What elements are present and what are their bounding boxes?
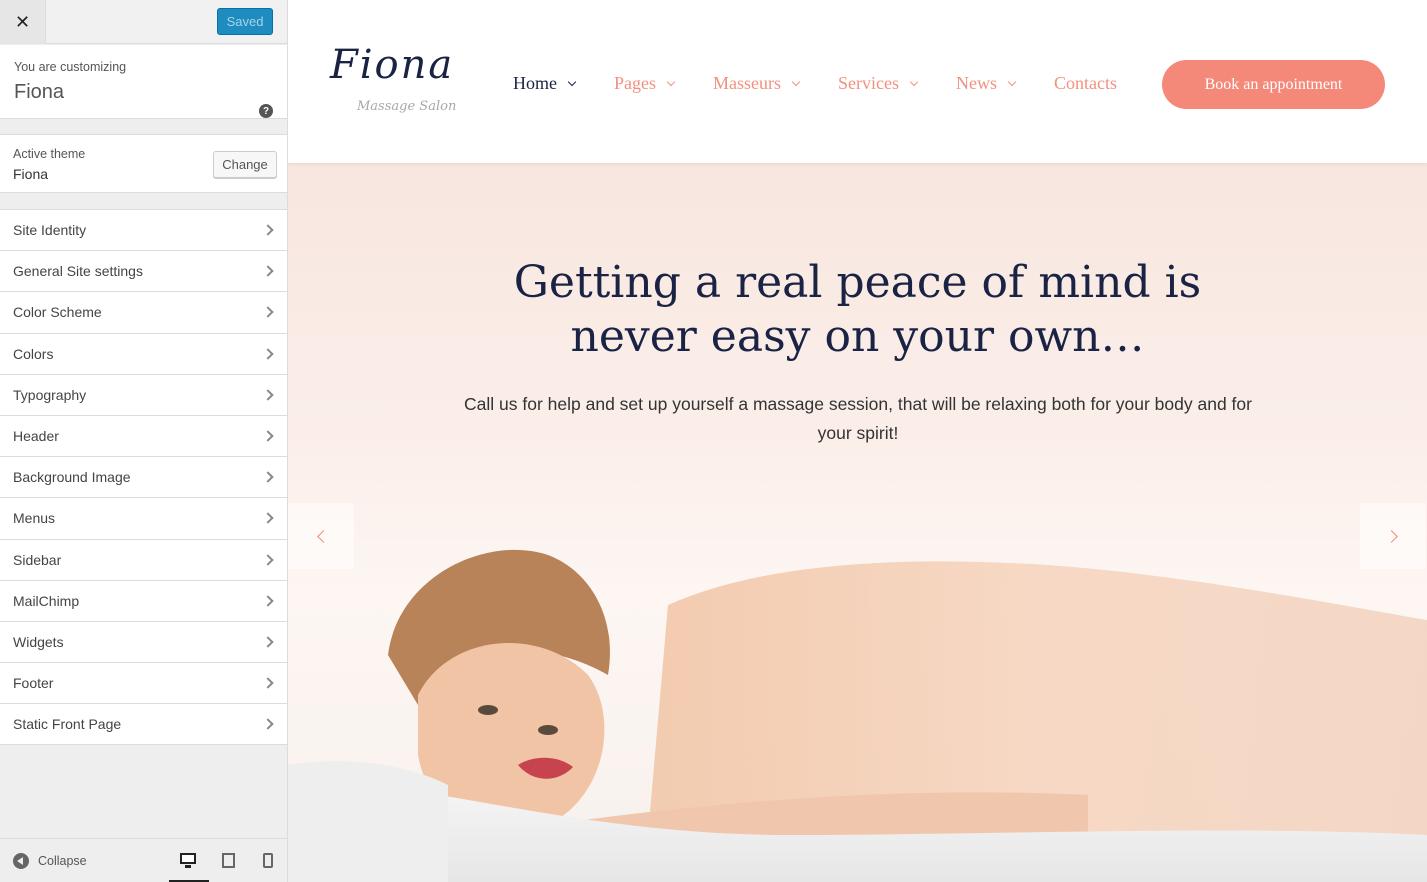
site-preview: Fiona Massage Salon Home Pages Masseurs …	[288, 0, 1427, 882]
saved-button[interactable]: Saved	[217, 8, 273, 35]
chevron-right-icon	[262, 677, 274, 689]
panel-label: Sidebar	[13, 551, 62, 568]
hero-title-line-2: never easy on your own…	[570, 311, 1145, 362]
chevron-right-icon	[1384, 529, 1398, 543]
collapse-button[interactable]: Collapse	[38, 854, 87, 868]
panel-label: Background Image	[13, 469, 131, 486]
tablet-icon[interactable]	[221, 853, 237, 869]
chevron-down-icon	[909, 77, 919, 86]
customizer-sidebar: ✕ Saved You are customizing Fiona ? Acti…	[0, 0, 288, 882]
nav-home[interactable]: Home	[513, 73, 577, 94]
chevron-right-icon	[262, 430, 274, 442]
hero-title-line-1: Getting a real peace of mind is	[513, 257, 1202, 308]
hero-photo	[288, 549, 1427, 882]
panel-general-site-settings[interactable]: General Site settings	[0, 251, 287, 293]
chevron-right-icon	[262, 595, 274, 607]
customizer-footer: Collapse	[0, 838, 287, 882]
nav-contacts[interactable]: Contacts	[1054, 73, 1117, 94]
customizing-site-name: Fiona	[14, 81, 65, 103]
chevron-right-icon	[262, 224, 274, 236]
panel-header[interactable]: Header	[0, 415, 287, 458]
chevron-right-icon	[262, 265, 274, 277]
chevron-down-icon	[791, 77, 801, 86]
panel-site-identity[interactable]: Site Identity	[0, 210, 287, 252]
panel-static-front-page[interactable]: Static Front Page	[0, 704, 287, 746]
chevron-right-icon	[262, 471, 274, 483]
active-theme-label: Active theme	[13, 147, 86, 161]
customizer-header: ✕ Saved	[0, 0, 287, 44]
help-icon[interactable]: ?	[259, 104, 273, 118]
hero-text: Call us for help and set up yourself a m…	[464, 394, 1252, 443]
nav-label: Masseurs	[713, 73, 781, 93]
chevron-right-icon	[262, 512, 274, 525]
close-customizer-button[interactable]: ✕	[0, 0, 46, 44]
panel-label: Colors	[13, 345, 54, 362]
hero-slider: Getting a real peace of mind is never ea…	[288, 163, 1427, 882]
panel-label: General Site settings	[13, 263, 143, 280]
panel-label: Color Scheme	[13, 304, 102, 321]
chevron-left-icon	[316, 529, 330, 543]
nav-label: Services	[838, 73, 899, 93]
panel-color-scheme[interactable]: Color Scheme	[0, 292, 287, 334]
panel-background-image[interactable]: Background Image	[0, 457, 287, 499]
chevron-down-icon	[666, 77, 676, 86]
panel-label: Site Identity	[13, 222, 87, 239]
chevron-right-icon	[262, 306, 274, 319]
chevron-right-icon	[262, 718, 274, 731]
panel-sidebar[interactable]: Sidebar	[0, 539, 287, 581]
slider-next-button[interactable]	[1360, 503, 1426, 569]
collapse-arrow-icon[interactable]	[13, 853, 29, 869]
nav-services[interactable]: Services	[838, 73, 919, 94]
chevron-right-icon	[262, 389, 274, 401]
active-theme-section: Active theme Fiona Change	[0, 134, 287, 193]
nav-label: News	[955, 73, 997, 93]
panel-label: Footer	[13, 675, 54, 692]
chevron-right-icon	[262, 347, 274, 360]
mobile-icon[interactable]	[261, 853, 277, 869]
customizer-panel-list: Site Identity General Site settings Colo…	[0, 209, 287, 746]
customizing-label: You are customizing	[14, 60, 127, 74]
site-header: Fiona Massage Salon Home Pages Masseurs …	[288, 0, 1427, 163]
nav-masseurs[interactable]: Masseurs	[713, 73, 801, 94]
panel-menus[interactable]: Menus	[0, 498, 287, 540]
panel-mailchimp[interactable]: MailChimp	[0, 580, 287, 622]
panel-typography[interactable]: Typography	[0, 374, 287, 416]
panel-label: Typography	[13, 386, 87, 403]
nav-label: Contacts	[1053, 73, 1117, 93]
panel-label: MailChimp	[13, 592, 80, 609]
site-tagline: Massage Salon	[357, 99, 457, 114]
panel-label: Menus	[13, 510, 56, 527]
customizing-info: You are customizing Fiona ?	[0, 45, 287, 119]
book-appointment-button[interactable]: Book an appointment	[1162, 60, 1385, 109]
panel-label: Header	[13, 428, 59, 445]
slider-prev-button[interactable]	[288, 503, 354, 569]
panel-widgets[interactable]: Widgets	[0, 621, 287, 664]
panel-colors[interactable]: Colors	[0, 333, 287, 375]
panel-footer[interactable]: Footer	[0, 663, 287, 705]
active-theme-name: Fiona	[13, 166, 49, 182]
site-logo[interactable]: Fiona	[330, 42, 454, 88]
chevron-right-icon	[262, 636, 274, 648]
panel-label: Static Front Page	[13, 716, 122, 733]
nav-label: Pages	[614, 73, 656, 93]
main-nav: Home Pages Masseurs Services News Contac…	[513, 73, 1156, 94]
desktop-icon[interactable]	[180, 853, 196, 869]
chevron-right-icon	[262, 553, 274, 566]
nav-pages[interactable]: Pages	[614, 73, 676, 94]
panel-label: Widgets	[13, 633, 64, 650]
change-theme-button[interactable]: Change	[213, 151, 277, 178]
chevron-down-icon	[1007, 77, 1017, 86]
hero-title: Getting a real peace of mind is never ea…	[288, 256, 1427, 364]
nav-news[interactable]: News	[955, 73, 1017, 94]
chevron-down-icon	[567, 77, 577, 86]
nav-label: Home	[513, 73, 557, 93]
